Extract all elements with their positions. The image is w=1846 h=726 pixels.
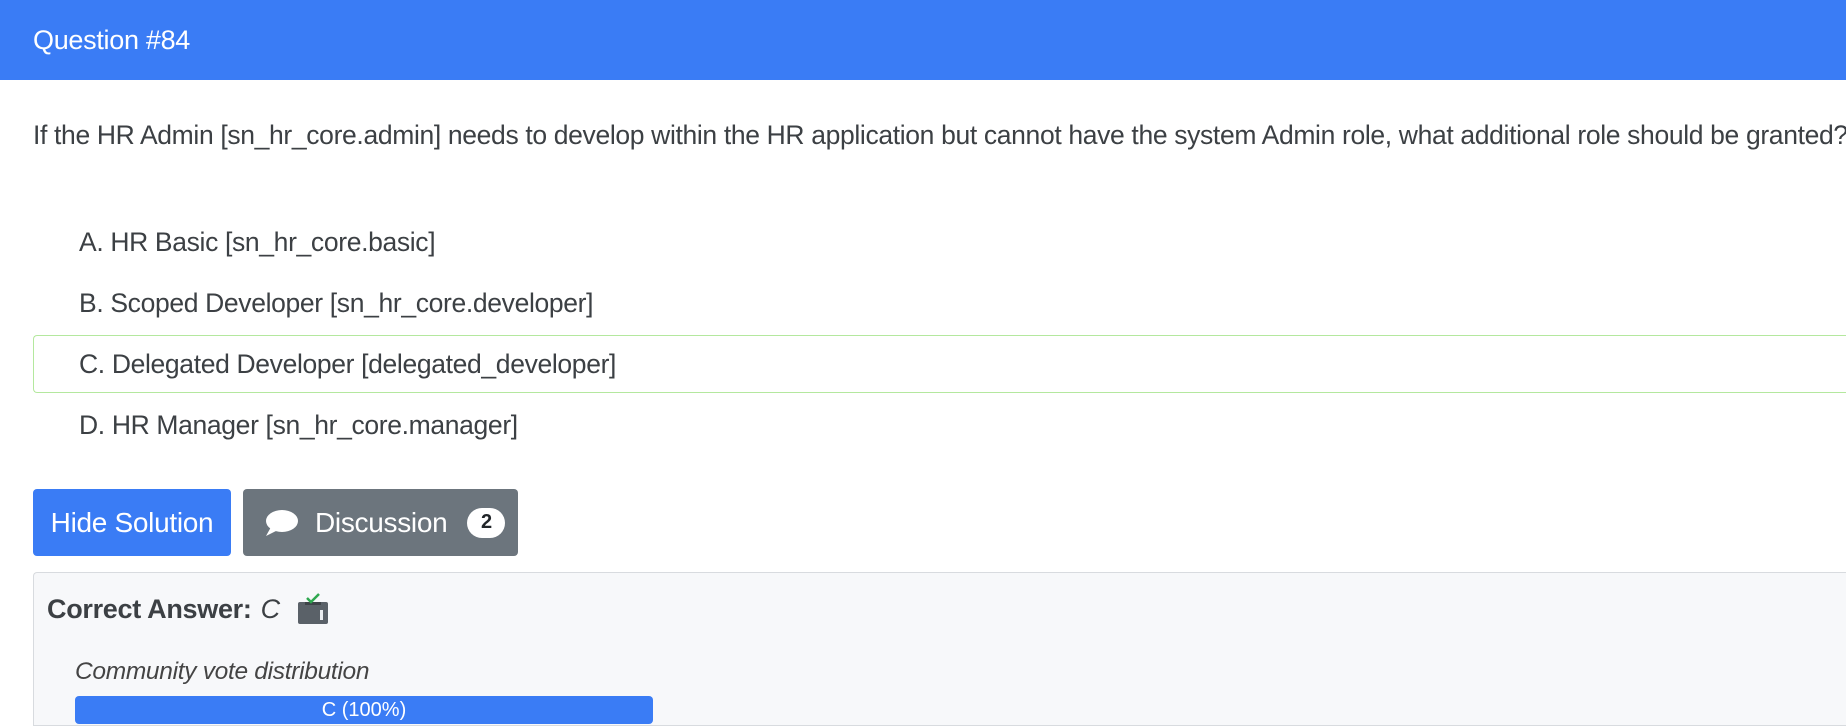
vote-bar-label: C (100%) bbox=[321, 698, 407, 721]
ballot-box-icon[interactable] bbox=[296, 593, 330, 625]
hide-solution-label: Hide Solution bbox=[50, 506, 214, 538]
discussion-button[interactable]: Discussion 2 bbox=[243, 489, 518, 556]
choice-letter: A. bbox=[79, 226, 104, 257]
discussion-label: Discussion bbox=[315, 506, 448, 538]
hide-solution-button[interactable]: Hide Solution bbox=[33, 489, 231, 556]
choice-a[interactable]: A. HR Basic [sn_hr_core.basic] bbox=[33, 213, 1846, 271]
discussion-count-badge: 2 bbox=[467, 507, 506, 538]
vote-distribution-bar: C (100%) bbox=[75, 696, 653, 724]
question-header: Question #84 bbox=[0, 0, 1846, 80]
choice-text: Scoped Developer [sn_hr_core.developer] bbox=[110, 287, 594, 318]
choice-d[interactable]: D. HR Manager [sn_hr_core.manager] bbox=[33, 396, 1846, 454]
question-text: If the HR Admin [sn_hr_core.admin] needs… bbox=[33, 120, 1846, 150]
vote-bar-fill-c: C (100%) bbox=[75, 696, 653, 724]
question-title: Question #84 bbox=[33, 24, 191, 55]
correct-answer-line: Correct Answer: C bbox=[47, 593, 330, 625]
choice-letter: D. bbox=[79, 409, 105, 440]
comment-icon bbox=[263, 508, 299, 538]
choice-letter: B. bbox=[79, 287, 104, 318]
choice-text: Delegated Developer [delegated_developer… bbox=[111, 348, 617, 379]
choice-c[interactable]: C. Delegated Developer [delegated_develo… bbox=[33, 335, 1846, 393]
choice-text: HR Basic [sn_hr_core.basic] bbox=[110, 226, 436, 257]
choice-list: A. HR Basic [sn_hr_core.basic] B. Scoped… bbox=[33, 213, 1846, 457]
correct-answer-value: C bbox=[260, 593, 281, 624]
correct-answer-label: Correct Answer: bbox=[47, 593, 252, 624]
choice-letter: C. bbox=[79, 348, 105, 379]
vote-distribution-caption: Community vote distribution bbox=[75, 658, 370, 685]
choice-b[interactable]: B. Scoped Developer [sn_hr_core.develope… bbox=[33, 274, 1846, 332]
choice-text: HR Manager [sn_hr_core.manager] bbox=[111, 409, 518, 440]
answer-panel: Correct Answer: C Community vote distrib… bbox=[33, 572, 1846, 726]
